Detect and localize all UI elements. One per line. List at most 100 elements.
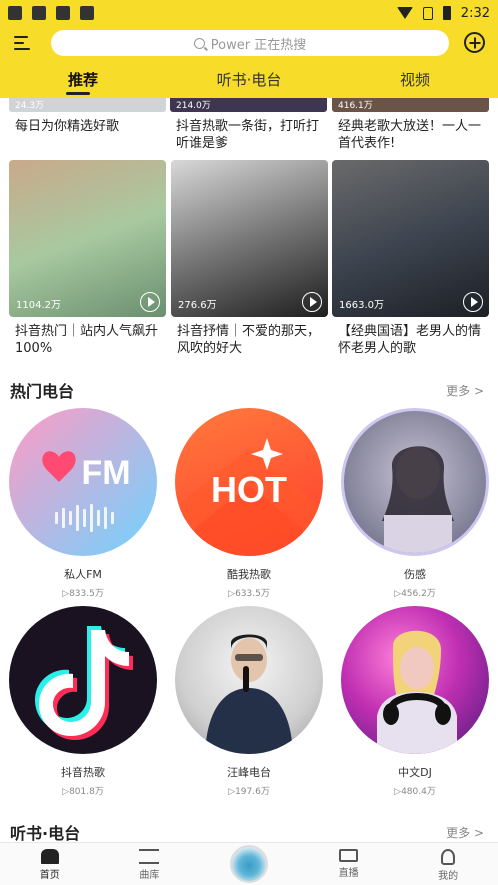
- radio-station[interactable]: FM 私人FM ▷833.5万: [8, 408, 158, 599]
- radio-cover: FM: [9, 408, 157, 556]
- playlist-title: 每日为你精选好歌: [15, 119, 120, 134]
- dj-cover-art: [377, 630, 457, 754]
- nav-label: 首页: [39, 870, 60, 881]
- station-name: 中文DJ: [398, 766, 432, 779]
- playlist-thumb: 276.6万: [171, 160, 328, 317]
- notification-icon: [32, 6, 46, 20]
- tab-audiobook-radio[interactable]: 听书·电台: [166, 68, 332, 94]
- play-count: 1663.0万: [339, 300, 384, 311]
- playlist-thumb: 214.0万: [170, 98, 327, 112]
- top-tabs: 推荐 听书·电台 视频: [0, 68, 498, 94]
- notification-icon: [80, 6, 94, 20]
- tab-indicator: [66, 92, 90, 95]
- playlist-card[interactable]: 1104.2万 抖音热门｜站内人气飙升100%: [9, 160, 166, 357]
- station-name: 私人FM: [64, 568, 102, 581]
- radio-station[interactable]: 伤感 ▷456.2万: [340, 408, 490, 599]
- playlist-thumb: 1104.2万: [9, 160, 166, 317]
- more-link[interactable]: 更多 >: [446, 382, 484, 399]
- singer-cover-art: [205, 634, 293, 754]
- section-title: 听书·电台: [10, 824, 81, 842]
- tab-video[interactable]: 视频: [332, 68, 498, 94]
- station-play-count: ▷456.2万: [394, 589, 436, 599]
- heart-fm-logo: FM: [42, 451, 131, 532]
- notification-icon: [8, 6, 22, 20]
- nav-label: 直播: [338, 868, 359, 879]
- play-icon[interactable]: [463, 292, 483, 312]
- radio-cover: [9, 606, 157, 754]
- tab-recommend[interactable]: 推荐: [0, 68, 166, 94]
- play-count: 416.1万: [338, 101, 373, 111]
- station-play-count: ▷480.4万: [394, 787, 436, 797]
- playlist-title: 【经典国语】老男人的情怀老男人的歌: [338, 324, 482, 356]
- notification-icon: [56, 6, 70, 20]
- live-camera-icon: [339, 849, 359, 862]
- nav-label: 我的: [438, 871, 459, 882]
- nav-live[interactable]: 直播: [299, 843, 399, 885]
- play-count: 1104.2万: [16, 300, 61, 311]
- playlist-row-top: 24.3万 每日为你精选好歌 214.0万 抖音热歌一条街，打听打听谁是爹 41…: [0, 98, 498, 158]
- playlist-card[interactable]: 24.3万 每日为你精选好歌: [9, 98, 166, 135]
- battery-icon: [442, 6, 451, 20]
- more-link[interactable]: 更多 >: [446, 824, 484, 841]
- playlist-title: 抖音热歌一条街，打听打听谁是爹: [176, 119, 320, 151]
- play-icon[interactable]: [302, 292, 322, 312]
- search-input[interactable]: Power 正在热搜: [51, 30, 449, 56]
- radio-station[interactable]: HOT 酷我热歌 ▷633.5万: [174, 408, 324, 599]
- radio-cover: [341, 408, 489, 556]
- audiobook-section-header: 听书·电台 更多 >: [0, 820, 498, 842]
- play-count: 276.6万: [178, 300, 217, 311]
- nav-profile[interactable]: 我的: [398, 843, 498, 885]
- radio-cover: HOT: [175, 408, 323, 556]
- status-bar: 2:32: [0, 0, 498, 26]
- wifi-icon: [396, 7, 413, 19]
- radio-station[interactable]: 中文DJ ▷480.4万: [340, 606, 490, 797]
- station-name: 伤感: [404, 568, 426, 581]
- svg-text:HOT: HOT: [211, 469, 287, 510]
- playlist-card[interactable]: 276.6万 抖音抒情｜不爱的那天，风吹的好大: [171, 160, 328, 357]
- profile-icon: [441, 849, 456, 865]
- menu-icon[interactable]: [14, 36, 32, 50]
- playlist-title: 经典老歌大放送！一人一首代表作!: [338, 119, 482, 151]
- play-icon[interactable]: [140, 292, 160, 312]
- radio-station[interactable]: 抖音热歌 ▷801.8万: [8, 606, 158, 797]
- radio-cover: [175, 606, 323, 754]
- main-content[interactable]: 24.3万 每日为你精选好歌 214.0万 抖音热歌一条街，打听打听谁是爹 41…: [0, 98, 498, 842]
- nav-home[interactable]: 首页: [0, 843, 100, 885]
- station-play-count: ▷833.5万: [62, 589, 104, 599]
- nav-now-playing[interactable]: [199, 843, 299, 885]
- sad-cover-art: [382, 446, 454, 553]
- playlist-row: 1104.2万 抖音热门｜站内人气飙升100% 276.6万 抖音抒情｜不爱的那…: [0, 160, 498, 360]
- radio-station[interactable]: 汪峰电台 ▷197.6万: [174, 606, 324, 797]
- library-icon: [139, 849, 160, 864]
- hot-logo: HOT: [175, 438, 323, 556]
- playlist-title: 抖音热门｜站内人气飙升100%: [15, 324, 159, 356]
- station-name: 酷我热歌: [227, 568, 271, 581]
- app-header: Power 正在热搜 推荐 听书·电台 视频: [0, 26, 498, 98]
- play-count: 214.0万: [176, 101, 211, 111]
- station-play-count: ▷197.6万: [228, 787, 270, 797]
- status-time: 2:32: [460, 5, 490, 21]
- now-playing-disc[interactable]: [229, 845, 268, 883]
- add-icon[interactable]: [464, 32, 485, 53]
- home-icon: [40, 849, 59, 864]
- playlist-title: 抖音抒情｜不爱的那天，风吹的好大: [177, 324, 321, 356]
- station-name: 汪峰电台: [227, 766, 271, 779]
- playlist-thumb: 1663.0万: [332, 160, 489, 317]
- tiktok-logo: [35, 626, 133, 740]
- station-play-count: ▷633.5万: [228, 589, 270, 599]
- play-count: 24.3万: [15, 101, 45, 111]
- station-name: 抖音热歌: [61, 766, 105, 779]
- radio-section-header: 热门电台 更多 >: [0, 378, 498, 402]
- playlist-thumb: 416.1万: [332, 98, 489, 112]
- svg-text:FM: FM: [81, 454, 130, 492]
- section-title: 热门电台: [10, 382, 75, 401]
- playlist-card[interactable]: 416.1万 经典老歌大放送！一人一首代表作!: [332, 98, 489, 152]
- nav-library[interactable]: 曲库: [100, 843, 200, 885]
- station-play-count: ▷801.8万: [62, 787, 104, 797]
- nav-label: 曲库: [139, 870, 160, 881]
- playlist-card[interactable]: 1663.0万 【经典国语】老男人的情怀老男人的歌: [332, 160, 489, 357]
- radio-cover: [341, 606, 489, 754]
- playlist-card[interactable]: 214.0万 抖音热歌一条街，打听打听谁是爹: [170, 98, 327, 152]
- search-icon: [193, 37, 205, 49]
- sim-icon: [422, 6, 433, 20]
